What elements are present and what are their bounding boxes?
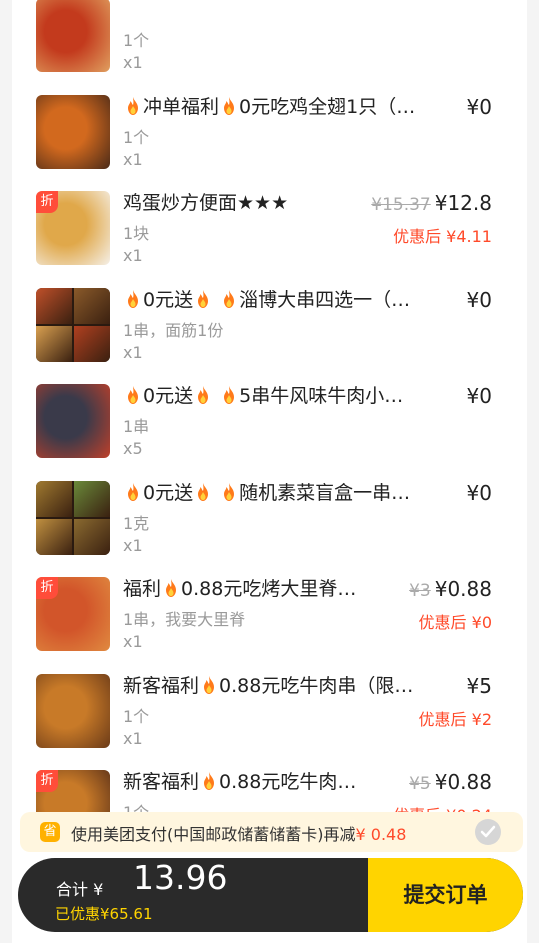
check-icon[interactable] <box>475 819 501 845</box>
order-card: 1个 x1 冲单福利 0元吃鸡全翅1只（… 1个 x1 ¥0 折鸡蛋炒方便面★★★ 1块 x1 ¥1… <box>12 0 527 943</box>
list-item[interactable]: 折 鸡蛋炒方便面★★★ 1块 x1 ¥15.37 ¥12.8 优惠后 ¥4.11 <box>12 177 527 274</box>
product-qty: x1 <box>123 149 143 169</box>
product-title: 新客福利 0.88元吃牛肉… <box>123 771 357 793</box>
after-discount-price: 优惠后 ¥2 <box>418 709 492 729</box>
original-price: ¥3 <box>409 581 431 601</box>
product-qty: x5 <box>123 439 143 458</box>
flame-icon <box>128 289 138 308</box>
flame-icon <box>204 772 215 790</box>
discount-badge: 折 <box>36 770 58 792</box>
product-image <box>36 384 110 458</box>
current-price: ¥0 <box>466 287 492 312</box>
product-title: 0元送 淄博大串四选一（… <box>123 286 443 314</box>
flame-icon <box>224 289 235 308</box>
payment-notice[interactable]: 省 使用美团支付(中国邮政储蓄储蓄卡)再减¥ 0.48 <box>20 812 523 852</box>
product-image <box>36 673 110 748</box>
product-price: ¥0 <box>467 93 492 121</box>
product-price: ¥5 <box>467 672 492 700</box>
list-item[interactable]: 折 福利 0.88元吃烤大里脊… 1串，我要大里脊 x1 ¥3 ¥0.88 优惠后 ¥0 <box>12 563 527 660</box>
flame-icon <box>128 96 138 115</box>
product-spec: 1块 <box>123 224 150 243</box>
product-qty: x1 <box>123 728 143 748</box>
product-image <box>36 94 110 169</box>
list-item[interactable]: 1个 x1 <box>12 0 527 81</box>
product-spec: 1串，我要大里脊 <box>123 610 246 629</box>
current-price: ¥0 <box>466 384 492 408</box>
flame-icon <box>204 675 215 694</box>
product-title: 冲单福利 0元吃鸡全翅1只（… <box>123 93 443 121</box>
submit-order-button[interactable]: 提交订单 <box>368 858 523 932</box>
flame-icon <box>166 579 177 597</box>
product-qty: x1 <box>123 535 143 555</box>
flame-icon <box>224 96 235 115</box>
list-item[interactable]: 0元送 随机素菜盲盒一串… 1克 x1 ¥0 <box>12 467 527 564</box>
total-value: 13.96 <box>133 858 228 897</box>
flame-icon <box>198 482 209 501</box>
list-item[interactable]: 0元送 5串牛风味牛肉小… 1串 x5 ¥0 <box>12 370 527 467</box>
flame-icon <box>198 289 209 308</box>
notice-amount: ¥ 0.48 <box>355 825 407 844</box>
current-price: ¥0.88 <box>434 577 492 601</box>
product-price: ¥15.37 ¥12.8 <box>371 189 492 219</box>
product-title: 福利 0.88元吃烤大里脊… <box>123 578 357 600</box>
flame-icon <box>224 386 235 404</box>
list-item[interactable]: 冲单福利 0元吃鸡全翅1只（… 1个 x1 ¥0 <box>12 81 527 178</box>
current-price: ¥12.8 <box>434 191 492 215</box>
product-image: 折 <box>36 191 110 265</box>
product-spec: 1克 <box>123 513 150 533</box>
product-price: ¥0 <box>467 286 492 314</box>
current-price: ¥0 <box>466 480 492 505</box>
after-discount-price: 优惠后 ¥4.11 <box>393 227 492 246</box>
flame-icon <box>128 482 138 501</box>
product-spec: 1个 <box>123 706 150 726</box>
checkout-bar: 合计 ¥ 13.96 已优惠¥65.61 提交订单 <box>18 858 523 932</box>
product-spec: 1个 <box>123 127 150 147</box>
product-qty: x1 <box>123 53 143 72</box>
current-price: ¥0 <box>466 94 492 119</box>
product-price: ¥0 <box>467 382 492 410</box>
after-discount-price: 优惠后 ¥0 <box>418 613 492 632</box>
original-price: ¥15.37 <box>371 195 431 215</box>
list-item[interactable]: 新客福利 0.88元吃牛肉串（限… 1个 x1 ¥5 优惠后 ¥2 <box>12 660 527 757</box>
product-title: 新客福利 0.88元吃牛肉串（限… <box>123 674 414 697</box>
product-qty: x1 <box>123 632 143 651</box>
product-spec: 1串，面筋1份 <box>123 320 224 340</box>
flame-icon <box>198 386 209 404</box>
total-label: 合计 ¥ <box>56 880 104 899</box>
product-price: ¥5 ¥0.88 <box>409 768 492 798</box>
product-image: 折 <box>36 577 110 651</box>
original-price: ¥5 <box>409 774 431 794</box>
product-title: 鸡蛋炒方便面★★★ <box>123 192 289 214</box>
item-list: 1个 x1 冲单福利 0元吃鸡全翅1只（… 1个 x1 ¥0 折鸡蛋炒方便面★★★ 1块 x1 ¥1… <box>12 0 527 853</box>
product-price: ¥3 ¥0.88 <box>409 575 492 605</box>
notice-text: 使用美团支付(中国邮政储蓄储蓄卡)再减¥ 0.48 <box>71 825 407 844</box>
product-title: 0元送 随机素菜盲盒一串… <box>123 479 443 507</box>
product-spec: 1个 <box>123 31 150 50</box>
product-image <box>36 287 110 362</box>
discount-badge: 折 <box>36 191 58 213</box>
save-badge-icon: 省 <box>40 822 60 842</box>
product-spec: 1串 <box>123 417 150 436</box>
flame-icon <box>128 386 138 404</box>
current-price: ¥5 <box>466 673 492 698</box>
flame-icon <box>224 482 235 501</box>
discount-badge: 折 <box>36 577 58 599</box>
product-price: ¥0 <box>467 479 492 507</box>
product-image <box>36 0 110 72</box>
product-title: 0元送 5串牛风味牛肉小… <box>123 382 443 410</box>
saved-amount: 已优惠¥65.61 <box>55 905 153 923</box>
product-image <box>36 480 110 555</box>
current-price: ¥0.88 <box>434 770 492 794</box>
list-item[interactable]: 0元送 淄博大串四选一（… 1串，面筋1份 x1 ¥0 <box>12 274 527 371</box>
product-qty: x1 <box>123 342 143 362</box>
product-qty: x1 <box>123 246 143 265</box>
